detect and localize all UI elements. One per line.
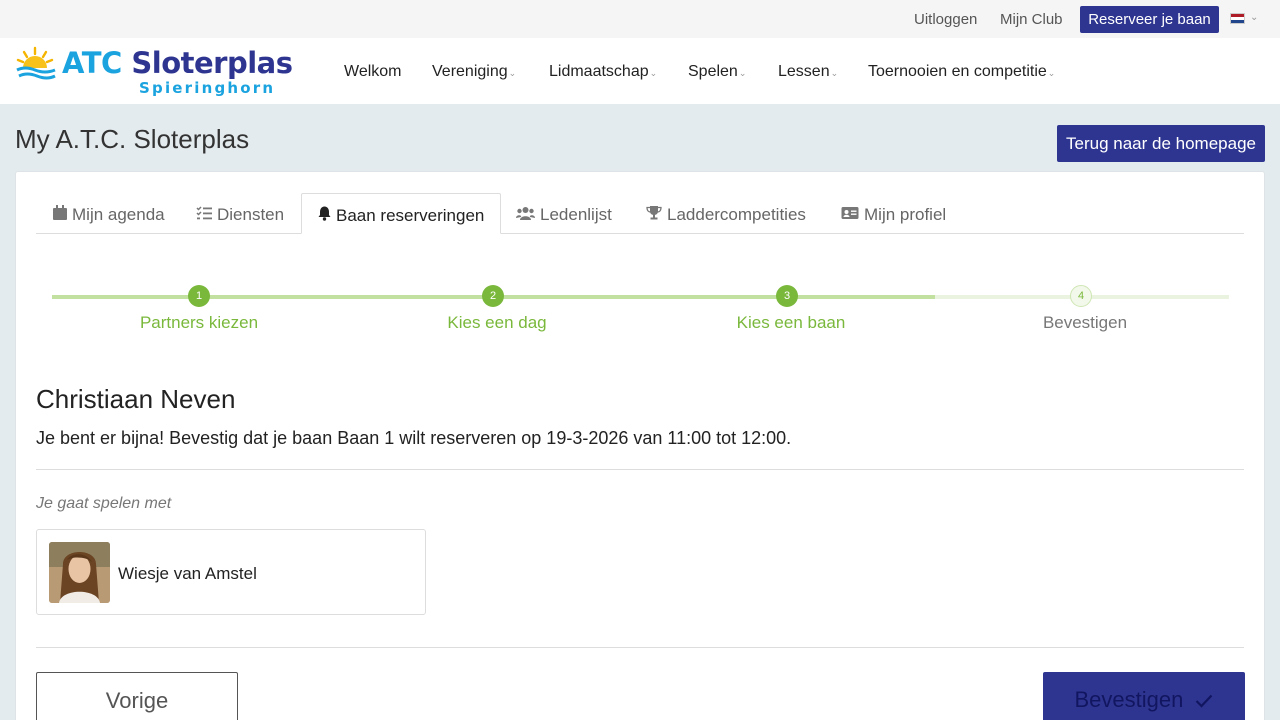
tab-mijn-agenda[interactable]: Mijn agenda <box>53 205 165 225</box>
site-header: ATC Sloterplas Spieringhorn Welkom Veren… <box>0 38 1280 104</box>
divider <box>36 647 1244 648</box>
page-title: My A.T.C. Sloterplas <box>15 124 250 154</box>
chevron-down-icon[interactable]: ⌄ <box>1250 12 1258 23</box>
step-3-marker: 3 <box>776 285 798 307</box>
my-club-link[interactable]: Mijn Club <box>1000 11 1063 28</box>
users-icon <box>516 207 535 220</box>
nav-item-lessen[interactable]: Lessen⌄ <box>778 63 838 81</box>
nav-item-welkom[interactable]: Welkom <box>344 63 402 81</box>
chevron-down-icon: ⌄ <box>738 68 747 78</box>
step-2-marker: 2 <box>482 285 504 307</box>
tab-diensten[interactable]: Diensten <box>196 205 284 225</box>
avatar <box>49 542 110 603</box>
step-4-label: Bevestigen <box>1042 313 1128 332</box>
divider <box>36 469 1244 470</box>
checklist-icon <box>196 206 212 220</box>
nav-item-spelen[interactable]: Spelen⌄ <box>688 63 746 81</box>
step-1-label: Partners kiezen <box>139 313 259 332</box>
step-4-marker: 4 <box>1070 285 1092 307</box>
partner-card: Wiesje van Amstel <box>36 529 426 615</box>
sun-waves-icon <box>16 46 56 80</box>
reservation-card: Mijn agenda Diensten Baan reserveringen … <box>15 171 1265 720</box>
chevron-down-icon: ⌄ <box>508 68 517 78</box>
club-logo[interactable]: ATC Sloterplas Spieringhorn <box>15 46 300 98</box>
chevron-down-icon: ⌄ <box>830 68 839 78</box>
nav-item-lidmaatschap[interactable]: Lidmaatschap⌄ <box>549 63 657 81</box>
id-card-icon <box>841 207 859 219</box>
partner-name: Wiesje van Amstel <box>118 564 257 583</box>
confirmation-message: Je bent er bijna! Bevestig dat je baan B… <box>36 428 792 448</box>
tab-baan-reserveringen[interactable]: Baan reserveringen <box>301 193 502 234</box>
trophy-icon <box>646 206 662 220</box>
bell-icon <box>318 206 331 221</box>
calendar-icon <box>53 205 67 220</box>
logout-link[interactable]: Uitloggen <box>914 11 977 28</box>
step-1-marker: 1 <box>188 285 210 307</box>
chevron-down-icon: ⌄ <box>649 68 658 78</box>
member-name: Christiaan Neven <box>36 384 236 414</box>
step-2-label: Kies een dag <box>447 313 547 332</box>
playing-with-label: Je gaat spelen met <box>36 495 172 512</box>
previous-button[interactable]: Vorige <box>36 672 238 720</box>
nav-item-vereniging[interactable]: Vereniging⌄ <box>432 63 516 81</box>
tab-ledenlijst[interactable]: Ledenlijst <box>516 205 612 225</box>
back-to-homepage-button[interactable]: Terug naar de homepage <box>1057 125 1265 162</box>
flag-netherlands-icon[interactable] <box>1230 13 1245 24</box>
chevron-down-icon: ⌄ <box>1047 68 1056 78</box>
tab-mijn-profiel[interactable]: Mijn profiel <box>841 205 946 225</box>
step-3-label: Kies een baan <box>736 313 846 332</box>
confirm-button[interactable]: Bevestigen <box>1043 672 1245 720</box>
tabs-divider <box>36 233 1244 234</box>
reserve-court-button[interactable]: Reserveer je baan <box>1080 6 1219 33</box>
logo-title: ATC Sloterplas <box>62 46 293 80</box>
nav-item-toernooien[interactable]: Toernooien en competitie⌄ <box>868 63 1055 81</box>
utility-bar: Uitloggen Mijn Club Reserveer je baan ⌄ <box>0 0 1280 38</box>
check-icon <box>1196 694 1213 708</box>
logo-subtitle: Spieringhorn <box>139 79 276 97</box>
tab-laddercompetities[interactable]: Laddercompetities <box>646 205 806 225</box>
